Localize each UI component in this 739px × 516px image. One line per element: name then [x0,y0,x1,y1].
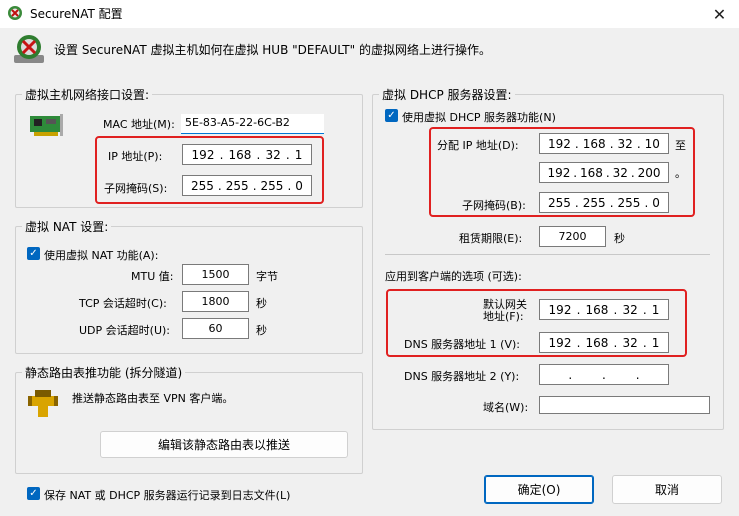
tcp-timeout-label: TCP 会话超时(C): [79,297,167,310]
use-nat-label: 使用虚拟 NAT 功能(A): [44,249,159,262]
udp-timeout-unit: 秒 [256,324,267,337]
mtu-field[interactable]: 1500 [182,264,249,285]
lease-field[interactable]: 7200 [539,226,606,247]
mtu-label: MTU 值: [131,270,174,283]
host-interface-legend: 虚拟主机网络接口设置: [25,88,150,102]
static-route-legend: 静态路由表推功能 (拆分隧道) [25,366,183,380]
save-log-checkbox[interactable]: ✓ [27,487,40,500]
mac-address-field[interactable]: 5E-83-A5-22-6C-B2 [181,114,324,134]
tcp-timeout-unit: 秒 [256,297,267,310]
use-nat-checkbox[interactable]: ✓ [27,247,40,260]
lease-unit: 秒 [614,232,625,245]
edit-static-route-button[interactable]: 编辑该静态路由表以推送 [100,431,348,458]
dhcp-legend: 虚拟 DHCP 服务器设置: [382,88,512,102]
network-card-icon [30,114,63,136]
save-log-label: 保存 NAT 或 DHCP 服务器运行记录到日志文件(L) [44,489,291,502]
mac-address-label: MAC 地址(M): [103,118,175,131]
client-options-label: 应用到客户端的选项 (可选): [385,270,522,283]
header-description: 设置 SecureNAT 虚拟主机如何在虚拟 HUB "DEFAULT" 的虚拟… [54,43,491,57]
close-icon: ✕ [712,4,727,24]
udp-timeout-label: UDP 会话超时(U): [79,324,170,337]
dhcp-separator [385,254,710,255]
dns2-label: DNS 服务器地址 2 (Y): [404,370,520,383]
close-button[interactable]: ✕ [700,0,739,28]
static-route-description: 推送静态路由表至 VPN 客户端。 [72,392,234,405]
domain-field[interactable] [539,396,710,414]
ok-button[interactable]: 确定(O) [484,475,594,504]
securenat-app-icon [8,6,22,20]
window-title: SecureNAT 配置 [30,7,123,21]
highlight-gateway-dns [386,289,687,357]
udp-timeout-field[interactable]: 60 [182,318,249,339]
use-dhcp-checkbox[interactable]: ✓ [385,109,398,122]
dns2-field[interactable]: . . . [539,364,669,385]
securenat-icon [14,35,44,63]
nat-legend: 虚拟 NAT 设置: [25,220,109,234]
mtu-unit: 字节 [256,270,278,283]
domain-label: 域名(W): [483,401,529,414]
highlight-dhcp-range [429,127,695,217]
highlight-host-ip [95,136,324,204]
cancel-button[interactable]: 取消 [612,475,722,504]
title-bar: SecureNAT 配置 ✕ [0,0,739,28]
tcp-timeout-field[interactable]: 1800 [182,291,249,312]
pipe-tee-icon [28,390,58,417]
lease-label: 租赁期限(E): [459,232,523,245]
use-dhcp-label: 使用虚拟 DHCP 服务器功能(N) [402,111,556,124]
